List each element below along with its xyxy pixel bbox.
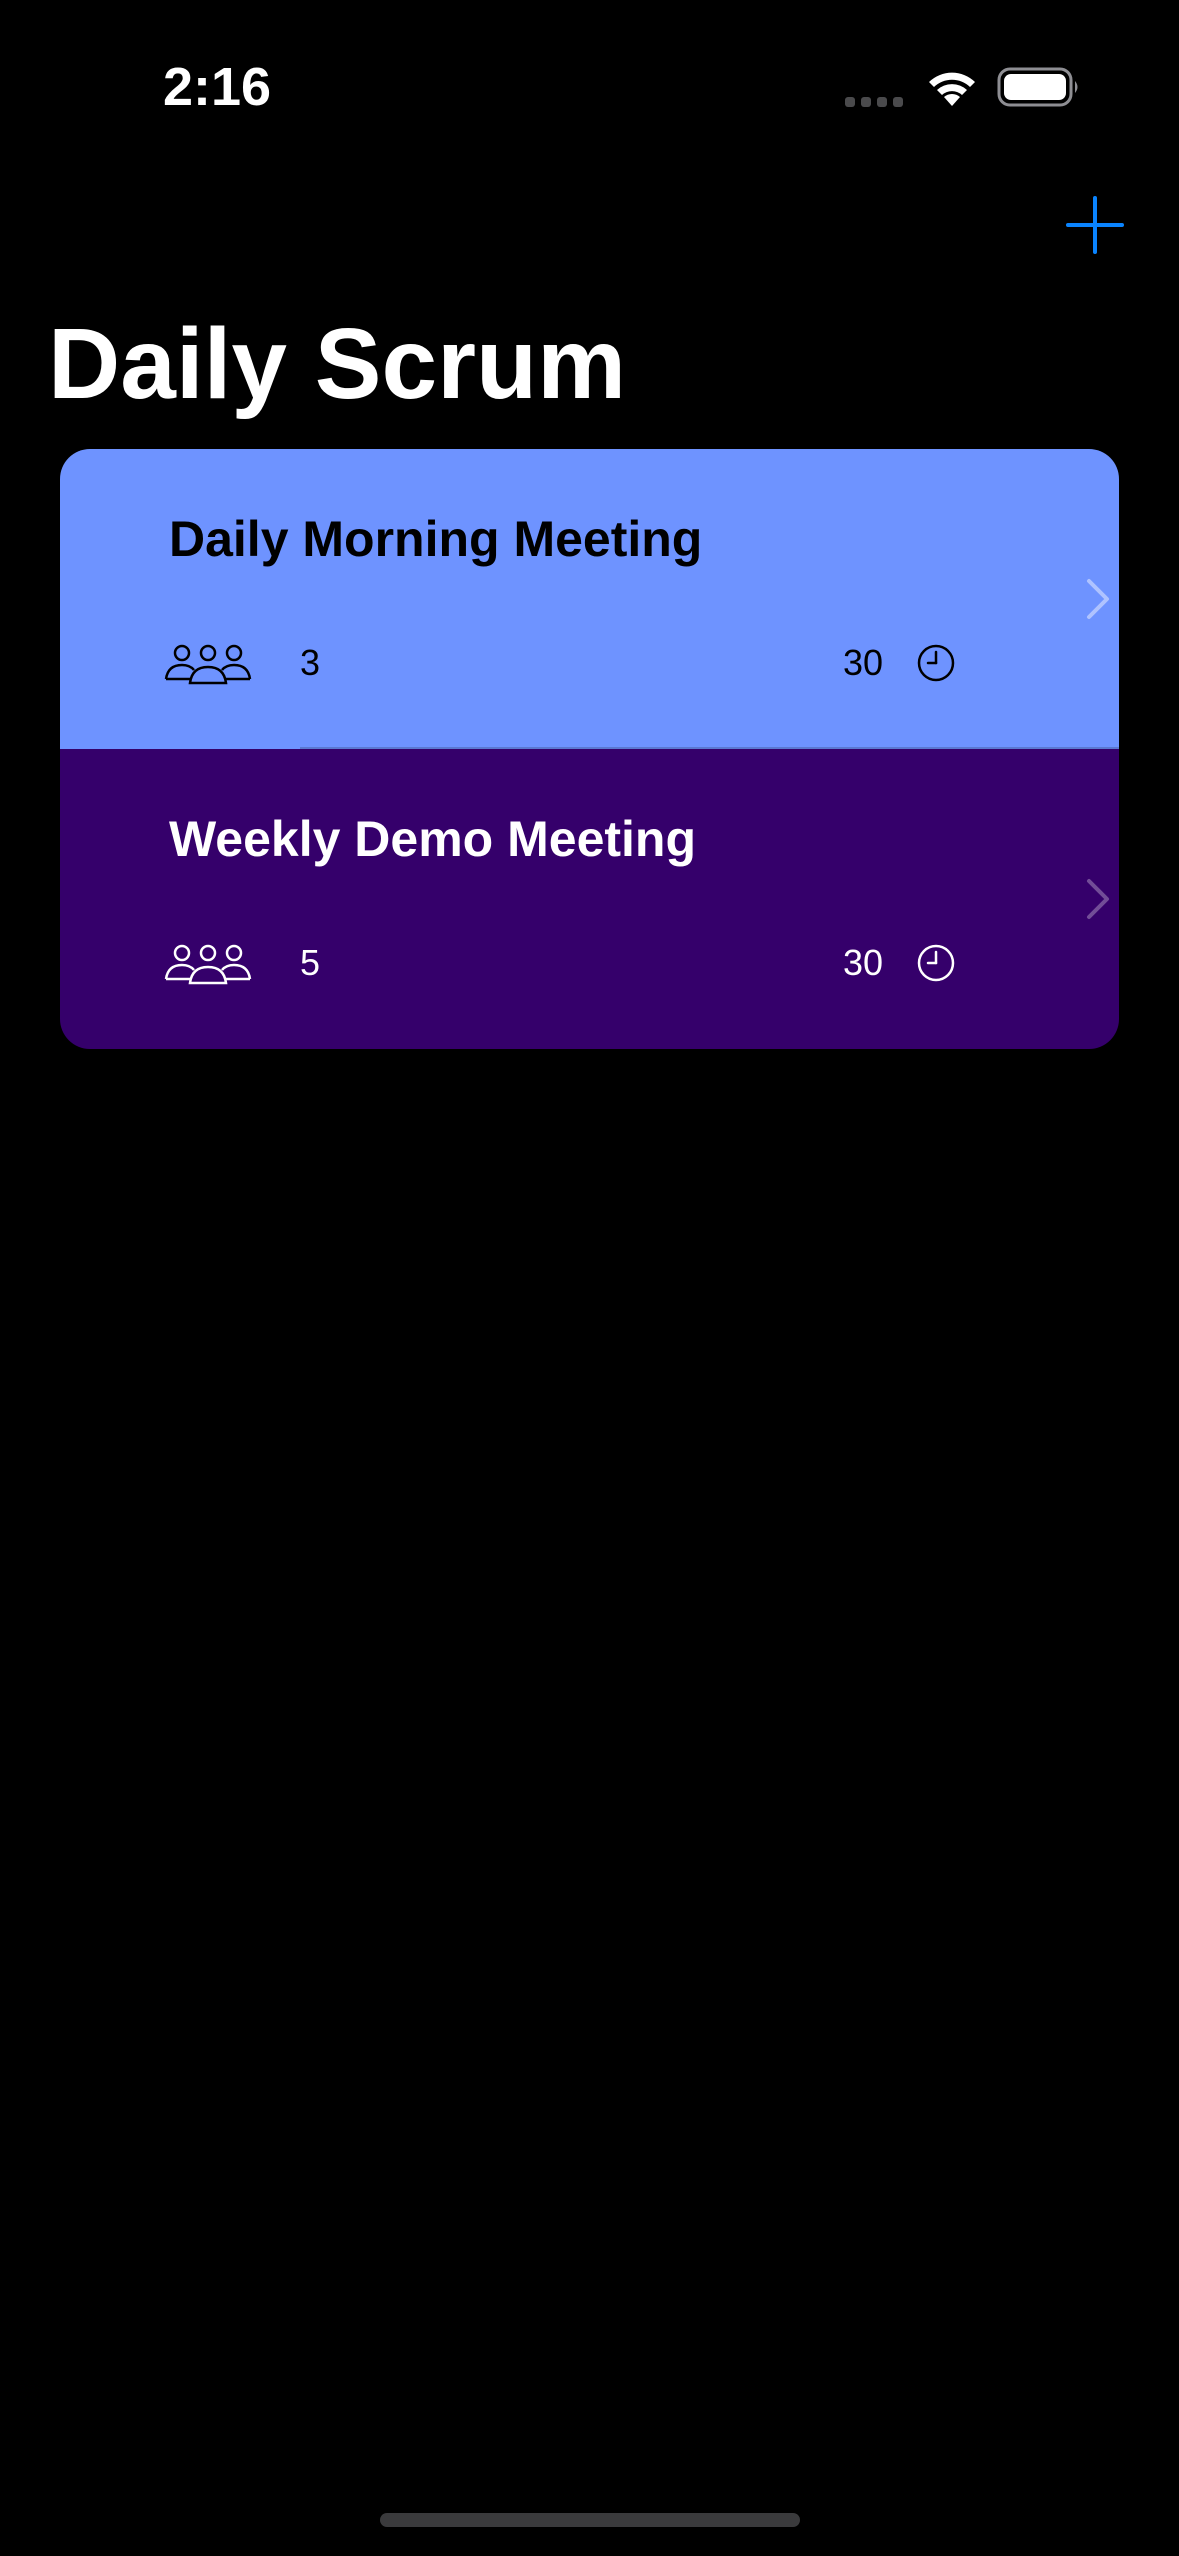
scrum-title: Weekly Demo Meeting bbox=[169, 811, 697, 867]
home-indicator[interactable] bbox=[380, 2513, 800, 2527]
chevron-right-icon bbox=[1087, 579, 1109, 619]
clock-icon bbox=[917, 944, 955, 982]
scrum-title: Daily Morning Meeting bbox=[169, 511, 703, 567]
attendee-count: 5 bbox=[300, 942, 321, 983]
add-scrum-button[interactable] bbox=[1060, 190, 1130, 260]
cellular-signal-icon bbox=[845, 97, 903, 107]
page-title: Daily Scrum bbox=[48, 308, 627, 420]
status-time: 2:16 bbox=[163, 57, 272, 117]
scrum-row-daily-morning-meeting[interactable]: Daily Morning Meeting 3 30 bbox=[60, 449, 1119, 749]
clock-icon bbox=[917, 644, 955, 682]
plus-icon bbox=[1066, 196, 1124, 254]
meeting-duration: 30 bbox=[843, 942, 884, 983]
attendees-icon bbox=[164, 644, 252, 685]
scrum-row-weekly-demo-meeting[interactable]: Weekly Demo Meeting 5 30 bbox=[60, 749, 1119, 1049]
battery-icon bbox=[997, 67, 1078, 107]
attendee-count: 3 bbox=[300, 642, 321, 683]
wifi-icon bbox=[929, 72, 975, 106]
chevron-right-icon bbox=[1087, 879, 1109, 919]
status-bar: 2:16 bbox=[0, 0, 1179, 150]
attendees-icon bbox=[164, 944, 252, 985]
meeting-duration: 30 bbox=[843, 642, 884, 683]
scrum-list: Daily Morning Meeting 3 30 Weekly Demo M… bbox=[60, 449, 1119, 1049]
